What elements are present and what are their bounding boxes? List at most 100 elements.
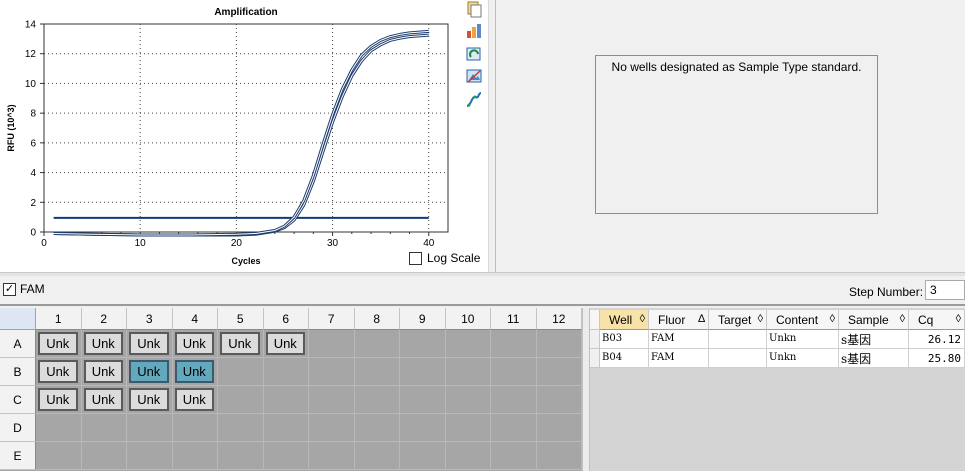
plate-cell-A6[interactable]: Unk [263, 330, 309, 358]
well-C1[interactable]: Unk [38, 388, 78, 411]
plate-column-header-2[interactable]: 2 [81, 308, 127, 330]
plate-column-header-6[interactable]: 6 [263, 308, 309, 330]
sort-icon[interactable]: ◊ [640, 313, 645, 325]
plate-cell-E2[interactable] [81, 442, 127, 470]
plate-cell-B5[interactable] [218, 358, 264, 386]
plate-column-header-9[interactable]: 9 [400, 308, 446, 330]
well-A4[interactable]: Unk [174, 332, 214, 355]
plate-cell-B6[interactable] [263, 358, 309, 386]
plate-column-header-8[interactable]: 8 [354, 308, 400, 330]
fam-checkbox[interactable]: ✓ [3, 282, 16, 296]
plate-cell-E3[interactable] [127, 442, 173, 470]
plate-cell-A8[interactable] [354, 330, 400, 358]
well-A6[interactable]: Unk [265, 332, 305, 355]
well-A5[interactable]: Unk [220, 332, 260, 355]
curve-fit-icon[interactable] [465, 91, 483, 109]
plate-cell-E12[interactable] [536, 442, 582, 470]
table-corner[interactable] [590, 310, 600, 330]
plate-cell-A10[interactable] [445, 330, 491, 358]
sort-icon[interactable]: ◊ [758, 313, 763, 325]
plate-cell-D6[interactable] [263, 414, 309, 442]
table-cell-well[interactable]: B03 [600, 330, 649, 349]
well-B1[interactable]: Unk [38, 360, 78, 383]
plate-cell-B1[interactable]: Unk [36, 358, 82, 386]
plate-cell-B3[interactable]: Unk [127, 358, 173, 386]
plate-row-header-E[interactable]: E [0, 442, 36, 470]
plate-cell-E1[interactable] [36, 442, 82, 470]
plate-cell-B9[interactable] [400, 358, 446, 386]
plate-column-header-11[interactable]: 11 [491, 308, 537, 330]
table-cell-cq[interactable]: 25.80 [909, 349, 965, 368]
plate-row-header-A[interactable]: A [0, 330, 36, 358]
plate-cell-A7[interactable] [309, 330, 355, 358]
table-cell-target[interactable] [709, 349, 767, 368]
plate-cell-B11[interactable] [491, 358, 537, 386]
column-header-cq[interactable]: Cq ◊ [909, 310, 965, 330]
plate-row-header-D[interactable]: D [0, 414, 36, 442]
plate-column-header-4[interactable]: 4 [172, 308, 218, 330]
plate-cell-D1[interactable] [36, 414, 82, 442]
plate-cell-D5[interactable] [218, 414, 264, 442]
table-cell-content[interactable]: Unkn [767, 330, 839, 349]
well-C3[interactable]: Unk [129, 388, 169, 411]
plate-cell-A3[interactable]: Unk [127, 330, 173, 358]
plate-cell-E11[interactable] [491, 442, 537, 470]
plate-column-header-12[interactable]: 12 [536, 308, 582, 330]
plate-cell-D9[interactable] [400, 414, 446, 442]
plate-cell-C10[interactable] [445, 386, 491, 414]
plate-column-header-1[interactable]: 1 [36, 308, 82, 330]
plate-cell-A12[interactable] [536, 330, 582, 358]
plate-cell-C8[interactable] [354, 386, 400, 414]
table-cell-fluor[interactable]: FAM [649, 349, 709, 368]
plate-column-header-5[interactable]: 5 [218, 308, 264, 330]
plate-cell-E10[interactable] [445, 442, 491, 470]
vertical-splitter[interactable] [488, 0, 496, 272]
table-cell-sample[interactable]: s基因 [839, 330, 909, 349]
refresh-chart-icon[interactable] [465, 45, 483, 63]
column-header-fluor[interactable]: Fluor ∆ [649, 310, 709, 330]
plate-column-header-3[interactable]: 3 [127, 308, 173, 330]
table-cell-target[interactable] [709, 330, 767, 349]
column-header-target[interactable]: Target ◊ [709, 310, 767, 330]
column-header-well[interactable]: Well ◊ [600, 310, 649, 330]
plate-cell-A9[interactable] [400, 330, 446, 358]
image-export-icon[interactable] [465, 67, 483, 85]
well-A1[interactable]: Unk [38, 332, 78, 355]
plate-cell-D11[interactable] [491, 414, 537, 442]
plate-cell-A1[interactable]: Unk [36, 330, 82, 358]
plate-cell-E9[interactable] [400, 442, 446, 470]
copy-icon[interactable] [465, 0, 483, 18]
sort-icon[interactable]: ◊ [956, 313, 961, 325]
table-cell-fluor[interactable]: FAM [649, 330, 709, 349]
plate-row-header-C[interactable]: C [0, 386, 36, 414]
plate-cell-B7[interactable] [309, 358, 355, 386]
plate-column-header-10[interactable]: 10 [445, 308, 491, 330]
row-selector[interactable] [590, 330, 600, 349]
well-B3[interactable]: Unk [129, 360, 169, 383]
sort-icon[interactable]: ∆ [698, 313, 705, 325]
well-B2[interactable]: Unk [83, 360, 123, 383]
plate-cell-E4[interactable] [172, 442, 218, 470]
step-number-select[interactable]: 3 [925, 280, 965, 300]
plate-cell-A2[interactable]: Unk [81, 330, 127, 358]
sort-icon[interactable]: ◊ [900, 313, 905, 325]
plate-cell-C11[interactable] [491, 386, 537, 414]
plate-row-header-B[interactable]: B [0, 358, 36, 386]
table-cell-sample[interactable]: s基因 [839, 349, 909, 368]
log-scale-toggle[interactable]: Log Scale [409, 251, 480, 265]
plate-cell-C1[interactable]: Unk [36, 386, 82, 414]
plate-cell-D4[interactable] [172, 414, 218, 442]
well-B4[interactable]: Unk [174, 360, 214, 383]
plate-cell-D3[interactable] [127, 414, 173, 442]
row-selector[interactable] [590, 349, 600, 368]
plate-cell-B4[interactable]: Unk [172, 358, 218, 386]
plate-table-splitter[interactable] [582, 308, 590, 471]
plate-cell-B10[interactable] [445, 358, 491, 386]
log-scale-checkbox[interactable] [409, 251, 422, 265]
table-cell-content[interactable]: Unkn [767, 349, 839, 368]
plate-cell-C12[interactable] [536, 386, 582, 414]
plate-cell-C9[interactable] [400, 386, 446, 414]
plate-cell-E7[interactable] [309, 442, 355, 470]
plate-column-header-7[interactable]: 7 [309, 308, 355, 330]
plate-cell-D10[interactable] [445, 414, 491, 442]
